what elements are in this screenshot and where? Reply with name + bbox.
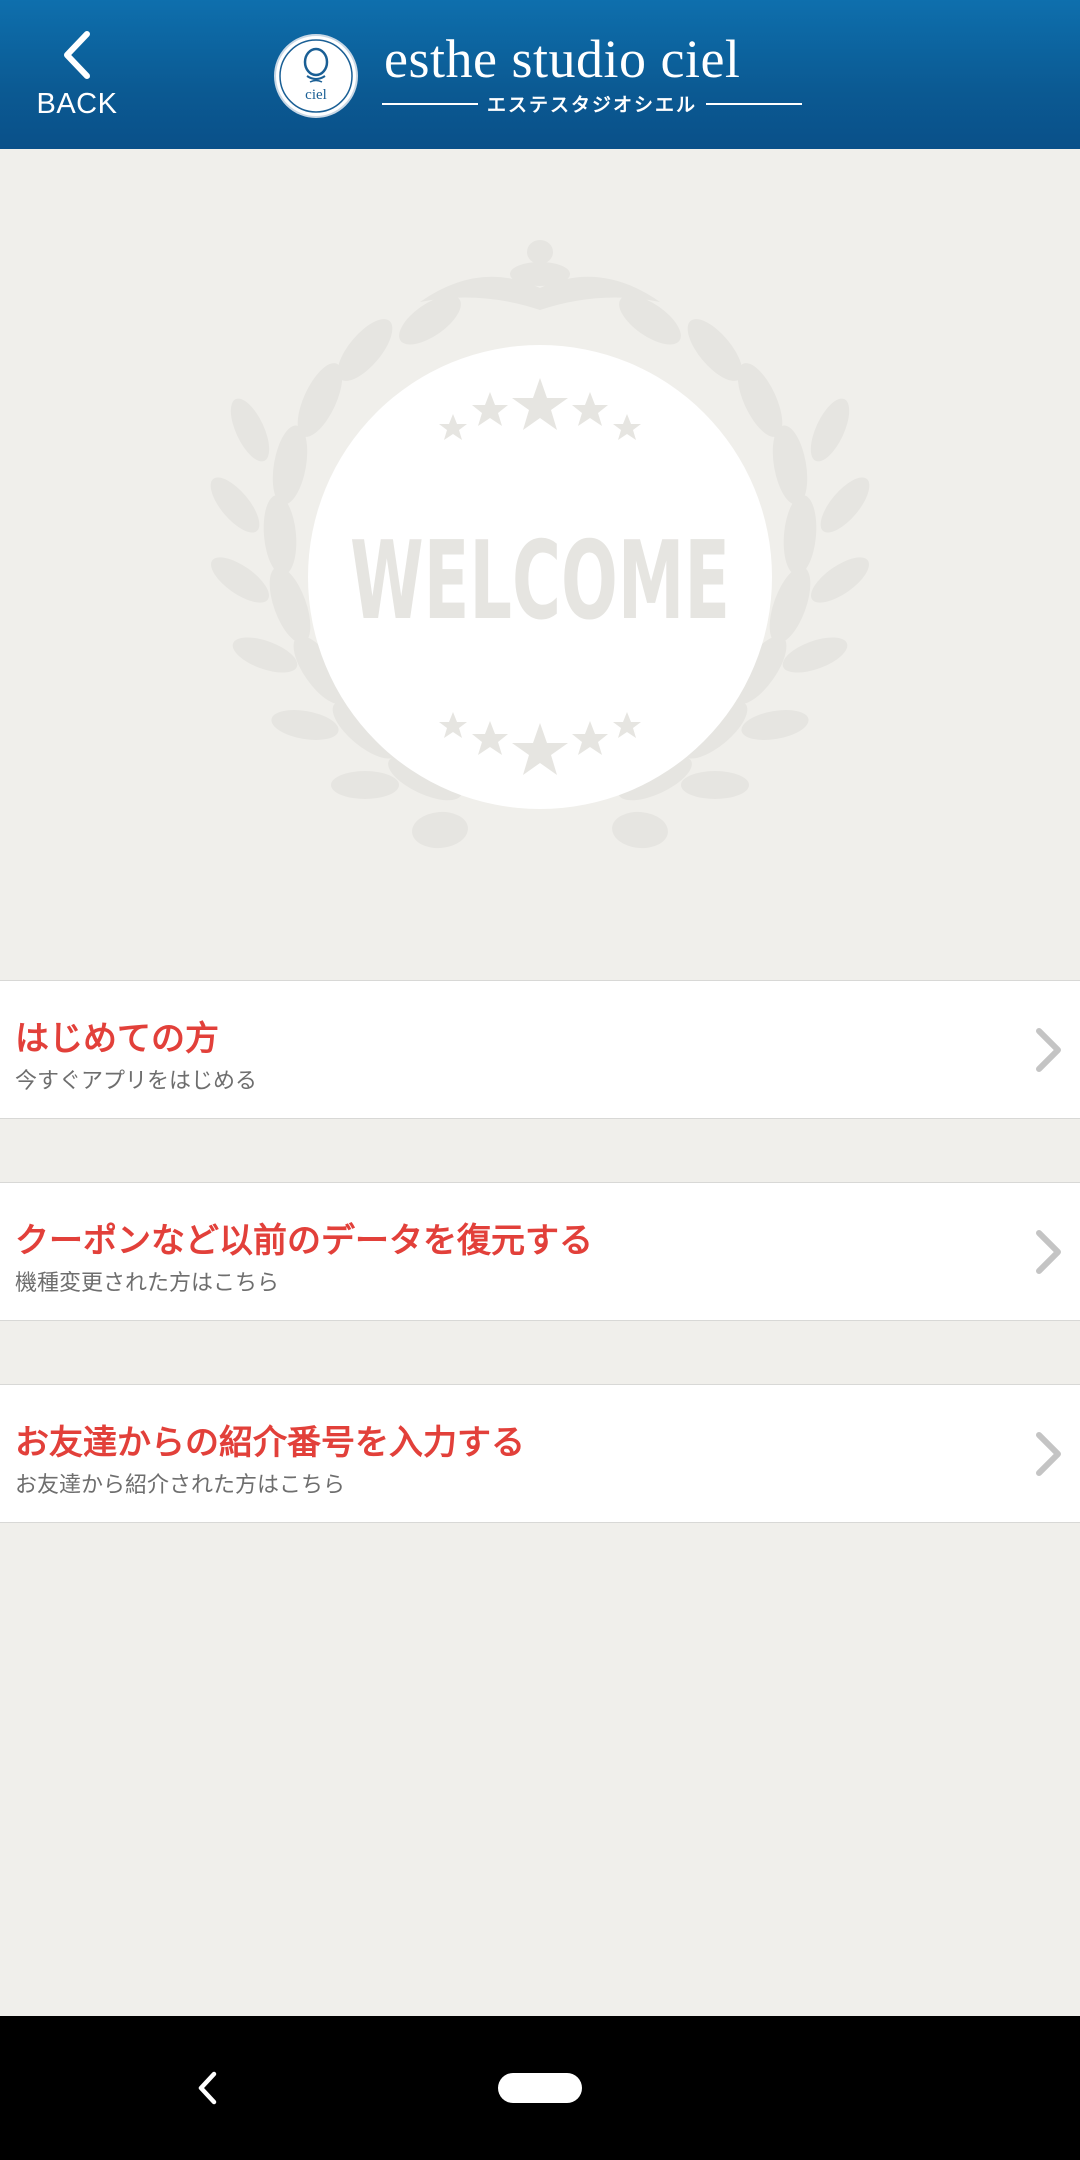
app-header: BACK ciel esthe studio ciel エステスタジオシエル: [0, 0, 1080, 149]
welcome-emblem: WELCOME: [210, 240, 870, 849]
menu-item-subtitle: お友達から紹介された方はこちら: [15, 1473, 346, 1498]
system-nav-bar: [0, 2016, 1080, 2160]
chevron-right-icon: [1036, 1230, 1061, 1274]
chevron-right-icon: [1036, 1028, 1061, 1072]
menu-item-first-time[interactable]: はじめての方 今すぐアプリをはじめる: [0, 980, 1080, 1119]
menu-item-title: お友達からの紹介番号を入力する: [15, 1423, 525, 1463]
nav-back-icon[interactable]: [190, 2066, 226, 2110]
brand-kana: エステスタジオシエル: [486, 94, 697, 116]
logo-emblem: ciel: [274, 34, 358, 118]
brand-logo: ciel esthe studio ciel エステスタジオシエル: [274, 29, 814, 120]
logo-circle-text: ciel: [305, 87, 327, 103]
menu-item-title: はじめての方: [15, 1019, 219, 1059]
welcome-text: WELCOME: [350, 519, 730, 644]
home-pill-icon[interactable]: [498, 2073, 582, 2103]
menu-item-referral-code[interactable]: お友達からの紹介番号を入力する お友達から紹介された方はこちら: [0, 1384, 1080, 1523]
chevron-right-icon: [1036, 1432, 1061, 1476]
menu-item-restore-data[interactable]: クーポンなど以前のデータを復元する 機種変更された方はこちら: [0, 1182, 1080, 1321]
back-button[interactable]: BACK: [22, 28, 132, 128]
menu-item-title: クーポンなど以前のデータを復元する: [15, 1221, 593, 1261]
back-label: BACK: [36, 88, 118, 120]
menu-item-subtitle: 今すぐアプリをはじめる: [15, 1069, 258, 1094]
menu-item-subtitle: 機種変更された方はこちら: [15, 1271, 280, 1296]
brand-name: esthe studio ciel: [384, 29, 741, 89]
chevron-left-icon: [64, 31, 90, 79]
